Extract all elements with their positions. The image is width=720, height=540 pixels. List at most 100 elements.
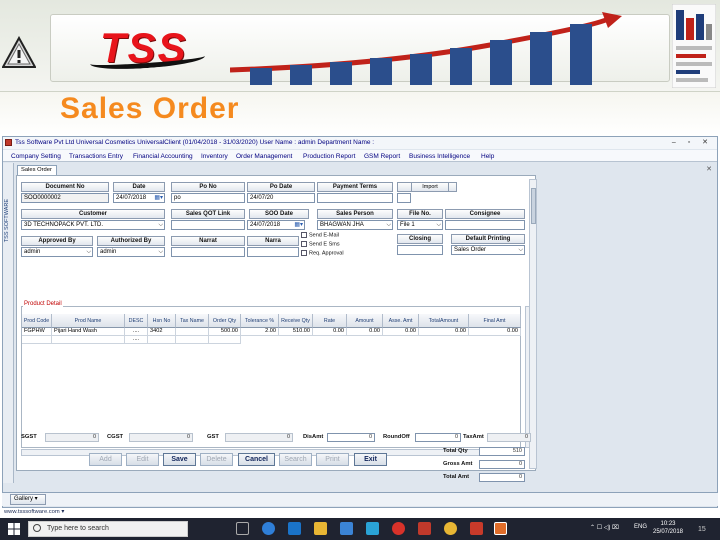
dis-amt-field[interactable]: 0 (327, 433, 375, 442)
chevron-down-icon[interactable]: ⌵ (86, 248, 91, 256)
req-approval-checkbox[interactable]: Req. Approval (301, 250, 344, 256)
gallery-bar: Gallery ▾ (2, 492, 718, 506)
table-row-cell[interactable]: FGPHW (22, 328, 52, 336)
save-button[interactable]: Save (163, 453, 196, 466)
add-button[interactable]: Add (89, 453, 122, 466)
gst-field[interactable]: 0 (225, 433, 293, 442)
tss-app-icon[interactable] (494, 522, 507, 535)
menu-gsm-report[interactable]: GSM Report (364, 153, 400, 160)
print-button[interactable]: Print (316, 453, 349, 466)
opera-icon[interactable] (392, 522, 405, 535)
send-email-checkbox[interactable]: Send E-Mail (301, 232, 339, 238)
round-off-field[interactable]: 0 (415, 433, 461, 442)
task-view-icon[interactable] (236, 522, 249, 535)
table-row-cell[interactable]: Pijari Hand Wash (52, 328, 125, 336)
date-field[interactable]: 24/07/2018 ▦▾ (113, 193, 165, 203)
taskbar-search-input[interactable]: Type here to search (28, 521, 188, 537)
chevron-down-icon[interactable]: ⌵ (518, 246, 523, 254)
mail-icon[interactable] (366, 522, 379, 535)
send-sms-checkbox[interactable]: Send E Sms (301, 241, 340, 247)
calendar-icon[interactable]: ▦▾ (294, 221, 303, 229)
gross-amt-field[interactable]: 0 (479, 460, 525, 469)
authorized-by-field[interactable]: admin ⌵ (97, 247, 165, 257)
table-row-cell[interactable] (176, 328, 209, 336)
consignee-field[interactable] (445, 220, 525, 230)
po-date-field[interactable]: 24/07/20 (247, 193, 315, 203)
edit-button[interactable]: Edit (126, 453, 159, 466)
table-row-cell[interactable]: 500.00 (209, 328, 241, 336)
table-row-cell[interactable]: 3402 (148, 328, 176, 336)
sales-person-field[interactable]: BHAGWAN JHA ⌵ (317, 220, 393, 230)
closing-field[interactable] (397, 245, 443, 255)
po-no-field[interactable]: po (171, 193, 245, 203)
narration-field[interactable] (171, 247, 245, 257)
table-row-cell[interactable]: 0.00 (419, 328, 469, 336)
taskbar-clock[interactable]: 10:23 25/07/2018 (650, 520, 686, 536)
menu-company-setting[interactable]: Company Setting (11, 153, 61, 160)
table-row-cell[interactable]: 0.00 (347, 328, 383, 336)
chevron-down-icon[interactable]: ⌵ (158, 221, 163, 229)
table-row-cell[interactable] (52, 336, 125, 344)
system-tray-icons[interactable]: ⌃ ☐ ◁) ⌧ (590, 524, 619, 531)
document-no-field[interactable]: SOO0000002 (21, 193, 109, 203)
menu-order-management[interactable]: Order Management (236, 153, 292, 160)
form-vertical-scrollbar[interactable] (529, 179, 537, 469)
import-field[interactable] (397, 193, 411, 203)
narration-2-field[interactable] (247, 247, 299, 257)
table-row-cell[interactable]: 0.00 (313, 328, 347, 336)
exit-button[interactable]: Exit (354, 453, 387, 466)
import-button[interactable]: Import (411, 182, 449, 192)
chrome-alt-icon[interactable] (444, 522, 457, 535)
table-row-cell[interactable] (148, 336, 176, 344)
chevron-down-icon[interactable]: ⌵ (386, 221, 391, 229)
menu-production-report[interactable]: Production Report (303, 153, 355, 160)
table-row-cell[interactable] (176, 336, 209, 344)
cancel-button[interactable]: Cancel (238, 453, 275, 466)
windows-start-icon[interactable] (8, 523, 20, 535)
scroll-thumb[interactable] (531, 188, 536, 224)
tax-amt-field[interactable]: 0 (487, 433, 531, 442)
tab-sales-order[interactable]: Sales Order (17, 165, 57, 175)
store-icon[interactable] (340, 522, 353, 535)
chevron-down-icon[interactable]: ⌵ (158, 248, 163, 256)
sgst-field[interactable]: 0 (45, 433, 99, 442)
sales-qot-link-field[interactable] (171, 220, 245, 230)
menu-transactions-entry[interactable]: Transactions Entry (69, 153, 123, 160)
soo-date-field[interactable]: 24/07/2018 ▦▾ (247, 220, 305, 230)
pdf-icon[interactable] (418, 522, 431, 535)
label-round-off: RoundOff (383, 434, 410, 440)
window-controls[interactable]: – ▫ ✕ (672, 138, 713, 146)
default-printing-select[interactable]: Sales Order ⌵ (451, 245, 525, 255)
customer-field[interactable]: 3D TECHNOPACK PVT. LTD. ⌵ (21, 220, 165, 230)
menu-inventory[interactable]: Inventory (201, 153, 228, 160)
table-row-cell[interactable]: 0.00 (383, 328, 419, 336)
approved-by-field[interactable]: admin ⌵ (21, 247, 93, 257)
calendar-icon[interactable]: ▦▾ (154, 194, 163, 202)
table-row-cell[interactable]: 510.00 (279, 328, 313, 336)
desc-button[interactable]: .... (125, 328, 148, 336)
search-button[interactable]: Search (279, 453, 312, 466)
send-email-label: Send E-Mail (309, 232, 339, 239)
powerpoint-icon[interactable] (470, 522, 483, 535)
chevron-down-icon[interactable]: ⌵ (436, 221, 441, 229)
file-no-field[interactable]: File 1 ⌵ (397, 220, 443, 230)
table-row-cell[interactable]: 2.00 (241, 328, 279, 336)
table-row-cell[interactable]: 0.00 (469, 328, 521, 336)
menu-financial-accounting[interactable]: Financial Accounting (133, 153, 193, 160)
folder-icon[interactable] (314, 522, 327, 535)
menu-help[interactable]: Help (481, 153, 494, 160)
language-indicator[interactable]: ENG (634, 524, 647, 530)
cgst-field[interactable]: 0 (129, 433, 193, 442)
payment-terms-field[interactable] (317, 193, 393, 203)
total-qty-field[interactable]: 510 (479, 447, 525, 456)
close-icon[interactable]: ✕ (706, 165, 712, 173)
total-amt-field[interactable]: 0 (479, 473, 525, 482)
gallery-button[interactable]: Gallery ▾ (10, 494, 46, 505)
table-row-cell[interactable] (209, 336, 241, 344)
table-row-cell[interactable] (22, 336, 52, 344)
chrome-icon[interactable] (262, 522, 275, 535)
menu-business-intelligence[interactable]: Business Intelligence (409, 153, 470, 160)
desc-button[interactable]: .... (125, 336, 148, 344)
edge-icon[interactable] (288, 522, 301, 535)
delete-button[interactable]: Delete (200, 453, 233, 466)
